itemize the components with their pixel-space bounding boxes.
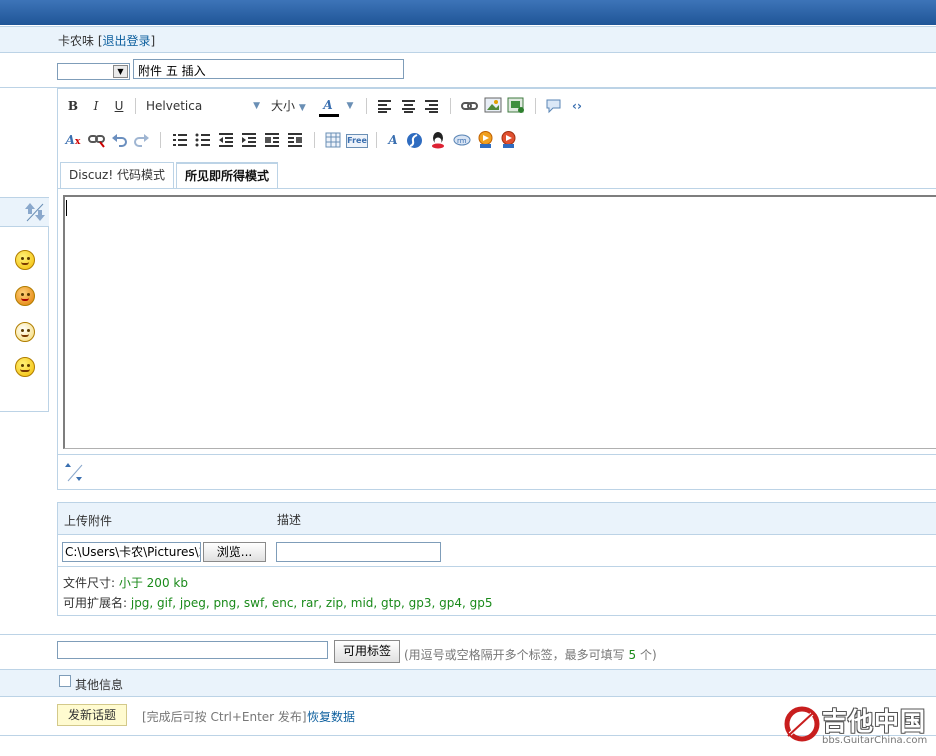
tab-underline <box>57 188 936 189</box>
free-icon[interactable]: Free <box>346 134 368 148</box>
editor-textarea[interactable] <box>63 195 936 449</box>
remove-format-icon[interactable]: Ax <box>64 130 82 148</box>
font-color-button[interactable]: A <box>319 95 337 113</box>
undo-icon[interactable] <box>111 132 127 148</box>
outdent-icon[interactable] <box>218 132 234 148</box>
browse-button[interactable]: 浏览... <box>203 542 266 562</box>
chevron-down-icon: ▼ <box>298 103 306 113</box>
file-path-input[interactable]: C:\Users\卡农\Pictures\2. <box>62 542 201 562</box>
other-info-row <box>0 669 936 697</box>
tab-code-mode[interactable]: Discuz! 代码模式 <box>60 162 174 188</box>
description-label: 描述 <box>277 513 302 527</box>
smiley-cry-icon[interactable] <box>15 286 35 306</box>
tab-wysiwyg-mode[interactable]: 所见即所得模式 <box>176 162 279 188</box>
indent-icon[interactable] <box>241 132 257 148</box>
align-center-icon[interactable] <box>401 99 417 113</box>
quote-icon[interactable] <box>545 98 563 114</box>
divider <box>0 634 936 635</box>
file-size-info: 文件尺寸: 小于 200 kb <box>63 576 188 590</box>
post-topic-button[interactable]: 发新话题 <box>57 704 127 726</box>
toolbar-separator <box>135 98 136 114</box>
float-left-icon[interactable] <box>264 132 280 148</box>
extensions-info: 可用扩展名: jpg, gif, jpeg, png, swf, enc, ra… <box>63 596 493 610</box>
other-info-checkbox[interactable] <box>59 675 71 687</box>
font-style-icon[interactable]: A <box>384 130 402 148</box>
media-icon[interactable] <box>507 97 525 114</box>
align-left-icon[interactable] <box>377 99 393 113</box>
qq-icon[interactable] <box>430 131 446 149</box>
audio-icon[interactable] <box>477 131 494 149</box>
smiley-shy-icon[interactable] <box>15 322 35 342</box>
text-caret <box>66 200 67 216</box>
toolbar-separator <box>535 98 536 114</box>
toolbar-separator <box>450 98 451 114</box>
other-info-label: 其他信息 <box>75 678 124 692</box>
flash-icon[interactable] <box>406 132 423 149</box>
restore-data-link[interactable]: 恢复数据 <box>307 708 355 725</box>
submit-hint: [完成后可按 Ctrl+Enter 发布] <box>142 710 307 724</box>
redo-icon[interactable] <box>134 132 150 148</box>
toggle-expand-icon[interactable] <box>23 201 47 223</box>
guitarchina-logo-icon <box>784 706 820 742</box>
user-info: 卡农味 [退出登录] <box>58 34 156 48</box>
font-color-swatch <box>319 114 339 117</box>
smiley-laugh-icon[interactable] <box>15 357 35 377</box>
link-icon[interactable] <box>461 99 479 113</box>
svg-text:rm: rm <box>457 137 467 145</box>
available-tags-button[interactable]: 可用标签 <box>334 640 400 663</box>
toolbar-separator <box>160 132 161 148</box>
video-icon[interactable] <box>500 131 517 149</box>
editor-bottom-divider <box>57 454 936 455</box>
bold-button[interactable]: B <box>64 96 82 114</box>
watermark-brand: 吉他中国 <box>822 707 927 736</box>
tags-hint: (用逗号或空格隔开多个标签，最多可填写 5 个) <box>404 648 657 662</box>
top-header-bar <box>0 0 936 25</box>
toolbar-separator <box>366 98 367 114</box>
float-right-icon[interactable] <box>287 132 303 148</box>
unordered-list-icon[interactable] <box>195 132 211 148</box>
align-right-icon[interactable] <box>424 99 440 113</box>
username: 卡农味 <box>58 34 95 48</box>
attachment-divider <box>58 566 936 567</box>
chevron-down-icon[interactable]: ▼ <box>113 65 128 78</box>
toolbar-separator <box>376 132 377 148</box>
font-size-select[interactable]: 大小 ▼ <box>271 96 311 116</box>
upload-label: 上传附件 <box>64 514 113 528</box>
logout-link[interactable]: 退出登录 <box>103 34 151 48</box>
unlink-icon[interactable] <box>88 132 106 148</box>
italic-button[interactable]: I <box>87 96 105 114</box>
chevron-down-icon[interactable]: ▼ <box>343 96 357 116</box>
chevron-down-icon: ▼ <box>253 101 260 111</box>
ordered-list-icon[interactable] <box>172 132 188 148</box>
underline-button[interactable]: U <box>110 96 128 114</box>
smiley-face-icon[interactable] <box>15 250 35 270</box>
resize-handle-icon[interactable] <box>64 461 86 483</box>
image-icon[interactable] <box>484 97 502 114</box>
subject-type-select[interactable]: ▼ <box>57 63 130 80</box>
font-family-select[interactable]: Helvetica ▼ <box>146 96 264 116</box>
toolbar-separator <box>314 132 315 148</box>
attachment-header <box>58 503 936 535</box>
watermark-url: bbs.GuitarChina.com <box>822 735 928 746</box>
code-icon[interactable]: ‹› <box>568 96 586 116</box>
tags-input[interactable] <box>57 641 328 659</box>
table-icon[interactable] <box>325 132 341 148</box>
subject-input[interactable]: 附件 五 插入 <box>133 59 404 79</box>
description-input[interactable] <box>276 542 441 562</box>
real-media-icon[interactable]: rm <box>453 133 471 147</box>
